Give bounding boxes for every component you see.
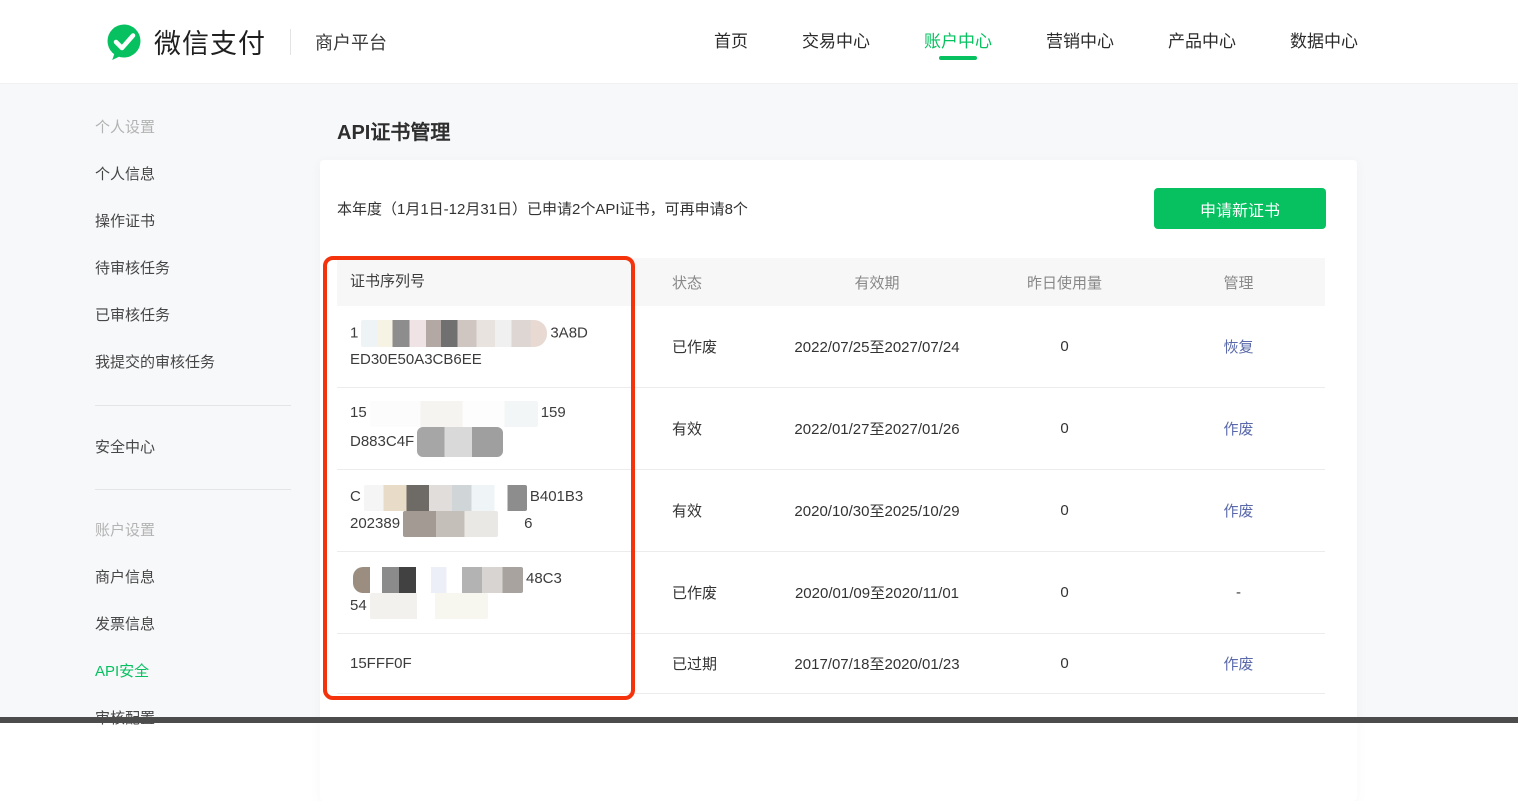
col-header-validity: 有效期: [854, 274, 900, 292]
top-header: 微信支付 商户平台 首页 交易中心 账户中心 营销中心 产品中心 数据中心: [0, 0, 1518, 84]
sidebar-divider: [95, 489, 291, 490]
certificate-serial: C B401B3 202389 6: [337, 484, 637, 537]
no-action-dash: -: [1236, 584, 1241, 601]
serial-text: 54: [350, 596, 367, 614]
brand-name: 微信支付: [154, 29, 266, 59]
usage-value: 0: [1060, 655, 1069, 672]
validity-text: 2022/07/25至2027/07/24: [794, 339, 960, 356]
quota-text: 本年度（1月1日-12月31日）已申请2个API证书，可再申请8个: [337, 201, 748, 218]
wechat-pay-logo-icon: [104, 22, 144, 62]
sidebar-item-my-submitted-tasks[interactable]: 我提交的审核任务: [95, 339, 295, 386]
sidebar-item-operation-certificate[interactable]: 操作证书: [95, 198, 295, 245]
serial-text: 159: [540, 404, 566, 422]
status-text: 有效: [672, 503, 703, 520]
col-header-manage: 管理: [1223, 274, 1254, 292]
api-certificate-card: 本年度（1月1日-12月31日）已申请2个API证书，可再申请8个 申请新证书 …: [320, 160, 1357, 801]
nav-item-data-center[interactable]: 数据中心: [1290, 0, 1358, 84]
sidebar-item-pending-review-tasks[interactable]: 待审核任务: [95, 245, 295, 292]
col-header-usage: 昨日使用量: [1026, 274, 1102, 292]
main-nav: 首页 交易中心 账户中心 营销中心 产品中心 数据中心: [714, 0, 1358, 84]
serial-text: 15: [350, 404, 367, 422]
sidebar: 个人设置 个人信息 操作证书 待审核任务 已审核任务 我提交的审核任务 安全中心…: [95, 104, 295, 742]
redaction-mosaic: [369, 400, 538, 427]
col-header-status: 状态: [672, 274, 703, 292]
sidebar-item-api-security[interactable]: API安全: [95, 648, 295, 695]
certificate-serial: 15 159 D883C4F: [337, 400, 637, 457]
status-text: 已过期: [672, 656, 718, 673]
brand: 微信支付 商户平台: [104, 22, 387, 62]
page-body: 个人设置 个人信息 操作证书 待审核任务 已审核任务 我提交的审核任务 安全中心…: [0, 84, 1518, 801]
nav-item-home[interactable]: 首页: [714, 0, 748, 84]
redaction-mosaic: [403, 510, 499, 537]
void-link[interactable]: 作废: [1223, 421, 1253, 438]
serial-text: 3A8D: [550, 324, 588, 342]
usage-value: 0: [1060, 584, 1069, 601]
serial-text: ED30E50A3CB6EE: [350, 351, 482, 368]
usage-value: 0: [1060, 502, 1069, 519]
sidebar-item-merchant-info[interactable]: 商户信息: [95, 554, 295, 601]
void-link[interactable]: 作废: [1223, 656, 1253, 673]
redaction-mosaic: [369, 592, 488, 619]
col-header-serial: 证书序列号: [350, 273, 426, 290]
apply-new-certificate-button[interactable]: 申请新证书: [1154, 188, 1326, 229]
nav-item-transaction-center[interactable]: 交易中心: [802, 0, 870, 84]
nav-item-product-center[interactable]: 产品中心: [1168, 0, 1236, 84]
redaction-mosaic: [361, 320, 548, 347]
sidebar-item-personal-info[interactable]: 个人信息: [95, 151, 295, 198]
validity-text: 2017/07/18至2020/01/23: [794, 656, 960, 673]
table-row: C B401B3 202389 6 有效 2020/10/30至2025/10/29…: [337, 470, 1325, 552]
brand-divider: [290, 28, 291, 55]
table-row: 15FFF0F 已过期 2017/07/18至2020/01/23 0 作废: [337, 634, 1325, 694]
status-text: 已作废: [672, 339, 718, 356]
nav-item-marketing-center[interactable]: 营销中心: [1046, 0, 1114, 84]
validity-text: 2020/10/30至2025/10/29: [794, 503, 960, 520]
nav-item-account-center[interactable]: 账户中心: [924, 0, 992, 84]
validity-text: 2020/01/09至2020/11/01: [794, 585, 960, 602]
usage-value: 0: [1060, 338, 1069, 355]
sidebar-divider: [95, 405, 291, 406]
restore-link[interactable]: 恢复: [1223, 339, 1253, 356]
redaction-mosaic: [363, 484, 527, 511]
status-text: 有效: [672, 421, 703, 438]
sidebar-item-security-center[interactable]: 安全中心: [95, 424, 295, 471]
status-text: 已作废: [672, 585, 718, 602]
sidebar-item-reviewed-tasks[interactable]: 已审核任务: [95, 292, 295, 339]
page-title: API证书管理: [337, 122, 451, 144]
validity-text: 2022/01/27至2027/01/26: [794, 421, 960, 438]
serial-text: 202389: [350, 514, 401, 532]
serial-text: D883C4F: [350, 432, 415, 450]
window-bottom-bar: [0, 717, 1518, 723]
certificate-serial: 48C3 54: [337, 566, 637, 619]
serial-text: 6: [524, 514, 533, 532]
redaction-mosaic: [417, 426, 504, 457]
portal-label: 商户平台: [315, 32, 387, 53]
serial-text: 48C3: [526, 570, 562, 588]
serial-text: B401B3: [529, 488, 584, 506]
sidebar-group-personal-settings: 个人设置: [95, 119, 156, 136]
serial-text: C: [350, 488, 361, 506]
table-row: 1 3A8D ED30E50A3CB6EE 已作废 2022/07/25至2027…: [337, 306, 1325, 388]
usage-value: 0: [1060, 420, 1069, 437]
sidebar-group-account-settings: 账户设置: [95, 522, 156, 539]
void-link[interactable]: 作废: [1223, 503, 1253, 520]
table-row: 48C3 54 已作废 2020/01/09至2020/11/01 0 -: [337, 552, 1325, 634]
serial-text: 15FFF0F: [350, 654, 412, 672]
certificates-table: 证书序列号 状态 有效期 昨日使用量 管理 1 3A8D ED30E50A3CB6…: [337, 258, 1325, 694]
certificate-serial: 1 3A8D ED30E50A3CB6EE: [337, 320, 637, 373]
table-header-row: 证书序列号 状态 有效期 昨日使用量 管理: [337, 258, 1325, 306]
card-header: 本年度（1月1日-12月31日）已申请2个API证书，可再申请8个 申请新证书: [337, 188, 1326, 229]
serial-text: 1: [350, 324, 359, 342]
table-row: 15 159 D883C4F 有效 2022/01/27至2027/01/26 0…: [337, 388, 1325, 470]
sidebar-item-invoice-info[interactable]: 发票信息: [95, 601, 295, 648]
certificate-serial: 15FFF0F: [337, 651, 637, 677]
redaction-mosaic: [353, 566, 523, 593]
